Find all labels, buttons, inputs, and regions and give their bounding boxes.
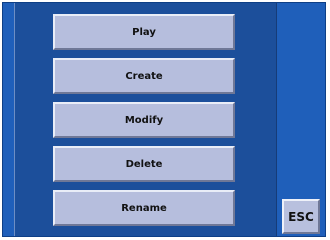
play-button[interactable]: Play [53,14,235,50]
menu-panel: Play Create Modify Delete Rename [14,3,277,236]
esc-button-label: ESC [288,209,314,224]
modify-button-label: Modify [124,114,164,126]
delete-button[interactable]: Delete [53,146,235,182]
delete-button-label: Delete [125,158,163,170]
esc-button[interactable]: ESC [282,199,320,234]
rename-button-label: Rename [121,202,167,214]
play-button-label: Play [132,26,156,38]
screen: Play Create Modify Delete Rename ESC [2,2,326,237]
rename-button[interactable]: Rename [53,190,235,226]
modify-button[interactable]: Modify [53,102,235,138]
create-button[interactable]: Create [53,58,235,94]
create-button-label: Create [125,70,163,82]
